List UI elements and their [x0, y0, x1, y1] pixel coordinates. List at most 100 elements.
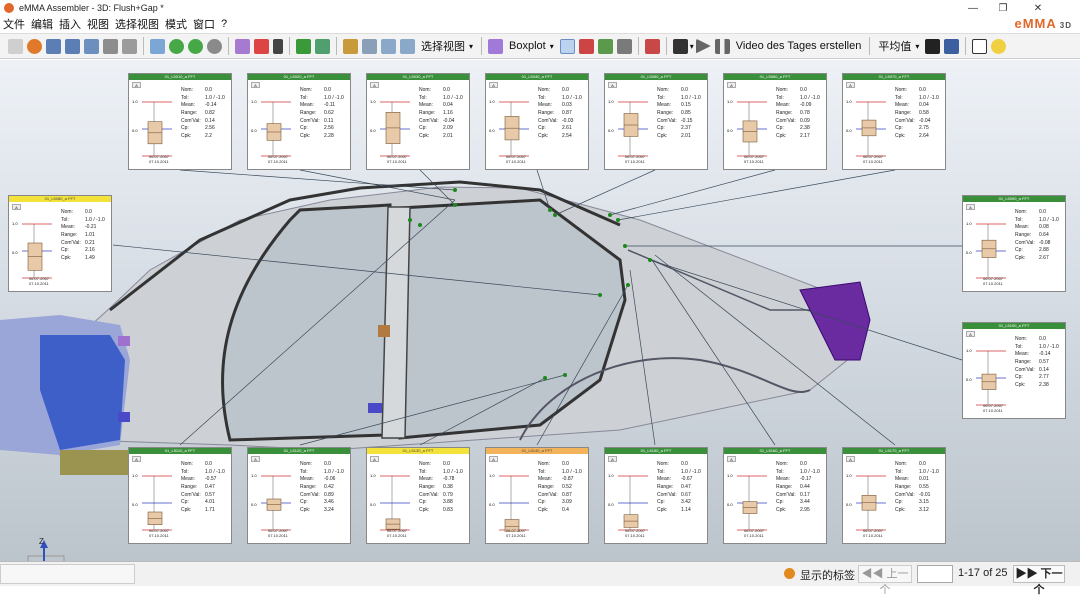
close-button[interactable]: ✕	[1018, 0, 1058, 16]
menu-insert[interactable]: 插入	[56, 16, 84, 32]
stat-label: Com'Val:	[657, 491, 677, 498]
disabled-icon[interactable]	[207, 38, 222, 54]
stat-value: 0.42	[324, 484, 334, 491]
boxplot-chart: 1.0 0.0 -1.0	[966, 348, 1006, 407]
measurement-panel[interactable]: 01_L5050_a FFTA1.00.0-1.0Nom:0.0Tol:1.0 …	[604, 73, 708, 170]
measurement-panel[interactable]: 01_L5150_a FFTA1.00.0-1.0Nom:0.0Tol:1.0 …	[604, 447, 708, 544]
title-bar: eMMA Assembler - 3D: Flush+Gap * — ❐ ✕	[0, 0, 1080, 16]
menu-file[interactable]: 文件	[0, 16, 28, 32]
measurement-panel[interactable]: 01_L5100_a FFTA1.00.0-1.0Nom:0.0Tol:1.0 …	[962, 322, 1066, 419]
cube-icon[interactable]	[944, 38, 960, 54]
prev-page-button[interactable]: ◀◀ 上一个	[858, 565, 912, 596]
select-view-dropdown[interactable]: 选择视图	[421, 38, 465, 54]
image-icon[interactable]	[381, 38, 396, 54]
stats-table: Nom: 0.0 Tol: 1.0 / -1.0 Mean: 0.04 Range: 1.16…	[419, 87, 469, 141]
maximize-button[interactable]: ❐	[988, 0, 1018, 16]
stat-label: Nom:	[419, 461, 431, 467]
measurement-panel[interactable]: 01_L5060_a FFTA1.00.0-1.0Nom:0.0Tol:1.0 …	[723, 73, 827, 170]
crosshair-icon[interactable]	[972, 38, 988, 54]
stop-icon[interactable]	[27, 38, 42, 54]
axis-tick-label: 0.0	[12, 250, 18, 255]
print-icon[interactable]	[103, 38, 118, 54]
3d-viewport[interactable]: 01_L5010_a FFTA1.00.0-1.0Nom:0.0Tol:1.0 …	[0, 60, 1080, 561]
stat-value: 0.0	[1039, 336, 1046, 342]
menu-edit[interactable]: 编辑	[28, 16, 56, 32]
stats-icon[interactable]	[925, 38, 941, 54]
pause-icon[interactable]	[714, 38, 730, 54]
stats-table: Nom: 0.0 Tol: 1.0 / -1.0 Mean: 0.01 Range: 0.55…	[895, 461, 945, 515]
wave-icon[interactable]	[616, 38, 632, 54]
stat-row: Cpk: 2.01	[419, 133, 469, 141]
average-dropdown[interactable]: 平均值	[878, 38, 911, 54]
minimize-button[interactable]: —	[958, 0, 988, 16]
measurement-panel[interactable]: 01_L5160_a FFTA1.00.0-1.0Nom:0.0Tol:1.0 …	[723, 447, 827, 544]
measurement-panel[interactable]: 01_L5030_a FFTA1.00.0-1.0Nom:0.0Tol:1.0 …	[366, 73, 470, 170]
sort-icon[interactable]	[400, 38, 415, 54]
measurement-panel[interactable]: 01_L5070_a FFTA1.00.0-1.0Nom:0.0Tol:1.0 …	[842, 73, 946, 170]
axis-tick-label: 1.0	[132, 99, 138, 104]
menu-view[interactable]: 视图	[84, 16, 112, 32]
next-page-button[interactable]: ▶▶ 下一个	[1013, 565, 1065, 596]
filter-icon[interactable]	[578, 38, 594, 54]
save-icon[interactable]	[46, 38, 61, 54]
copy-icon[interactable]	[362, 38, 377, 54]
boxplot-chart: 1.0 0.0 -1.0	[251, 473, 291, 532]
stat-label: Mean:	[895, 476, 909, 483]
measurement-panel[interactable]: 01_L5140_a FFTA1.00.0-1.0Nom:0.0Tol:1.0 …	[485, 447, 589, 544]
measurement-panel[interactable]: 01_L5040_a FFTA1.00.0-1.0Nom:0.0Tol:1.0 …	[485, 73, 589, 170]
menu-help[interactable]: ?	[218, 18, 230, 30]
measure-icon[interactable]	[597, 38, 613, 54]
measurement-panel[interactable]: 01_L5120_a FFTA1.00.0-1.0Nom:0.0Tol:1.0 …	[247, 447, 351, 544]
layout-icon[interactable]	[150, 38, 165, 54]
video-button[interactable]: Video des Tages erstellen	[736, 40, 862, 52]
measurement-panel[interactable]: 01_L5080_a FFTA1.00.0-1.0Nom:0.0Tol:1.0 …	[8, 195, 112, 292]
pencil-icon[interactable]	[235, 38, 250, 54]
refresh-icon[interactable]	[188, 38, 203, 54]
anchor-icon[interactable]	[644, 38, 660, 54]
camera-icon[interactable]	[672, 38, 688, 54]
axis-tick-label: 1.0	[608, 473, 614, 478]
measurement-panel[interactable]: 01_L5170_a FFTA1.00.0-1.0Nom:0.0Tol:1.0 …	[842, 447, 946, 544]
fit-view-icon[interactable]	[296, 38, 311, 54]
stat-label: Cp:	[657, 125, 665, 132]
axis-tick-label: 0.0	[966, 250, 972, 255]
measurement-panel[interactable]: 01_L5010_a FFTA1.00.0-1.0Nom:0.0Tol:1.0 …	[128, 73, 232, 170]
boxplot-chart: 1.0 0.0 -1.0	[132, 99, 172, 158]
stat-value: 1.0 / -1.0	[562, 94, 582, 101]
updown-icon[interactable]	[559, 38, 575, 54]
stats-table: Nom: 0.0 Tol: 1.0 / -1.0 Mean: -0.11 Range: 0.6…	[300, 87, 350, 141]
measurement-panel[interactable]: 01_L5090_a FFTA1.00.0-1.0Nom:0.0Tol:1.0 …	[962, 195, 1066, 292]
measurement-panel[interactable]: 01_L5130_a FFTA1.00.0-1.0Nom:0.0Tol:1.0 …	[366, 447, 470, 544]
home-icon[interactable]	[343, 38, 358, 54]
stats-table: Nom: 0.0 Tol: 1.0 / -1.0 Mean: -0.57 Range: 0.4…	[181, 461, 231, 515]
axis-tick-label: -1.0	[608, 157, 616, 158]
stat-row: Com'Val: 0.87	[538, 492, 588, 500]
pin-icon[interactable]	[273, 38, 283, 54]
add-icon[interactable]	[169, 38, 184, 54]
stat-value: 0.52	[562, 484, 572, 491]
lightbulb-icon[interactable]	[991, 38, 1007, 54]
page-input[interactable]	[917, 565, 953, 583]
stat-row: Cp: 3.15	[895, 499, 945, 507]
menu-mode[interactable]: 模式	[162, 16, 190, 32]
boxplot-dropdown[interactable]: Boxplot	[509, 40, 546, 52]
measurement-panel[interactable]: 01_L5020_a FFTA1.00.0-1.0Nom:0.0Tol:1.0 …	[247, 73, 351, 170]
menu-select-view[interactable]: 选择视图	[112, 16, 162, 32]
stat-label: Cpk:	[1015, 255, 1026, 262]
stat-value: 0.89	[324, 491, 334, 498]
stat-label: Mean:	[419, 102, 433, 109]
play-icon[interactable]	[695, 38, 711, 54]
stat-value: 0.0	[800, 461, 807, 467]
cloud-icon[interactable]	[315, 38, 330, 54]
save-all-icon[interactable]	[65, 38, 80, 54]
pdf-icon[interactable]	[254, 38, 269, 54]
boxplot-chart: 1.0 0.0 -1.0	[727, 99, 767, 158]
axis-tick-label: -1.0	[489, 531, 497, 532]
axis-tick-label: -1.0	[846, 531, 854, 532]
menu-window[interactable]: 窗口	[190, 16, 218, 32]
stat-label: Cp:	[419, 125, 427, 132]
print-setup-icon[interactable]	[122, 38, 137, 54]
stat-label: Range:	[1015, 232, 1032, 239]
measurement-panel[interactable]: 01_L5110_a FFTA1.00.0-1.0Nom:0.0Tol:1.0 …	[128, 447, 232, 544]
save-as-icon[interactable]	[84, 38, 99, 54]
